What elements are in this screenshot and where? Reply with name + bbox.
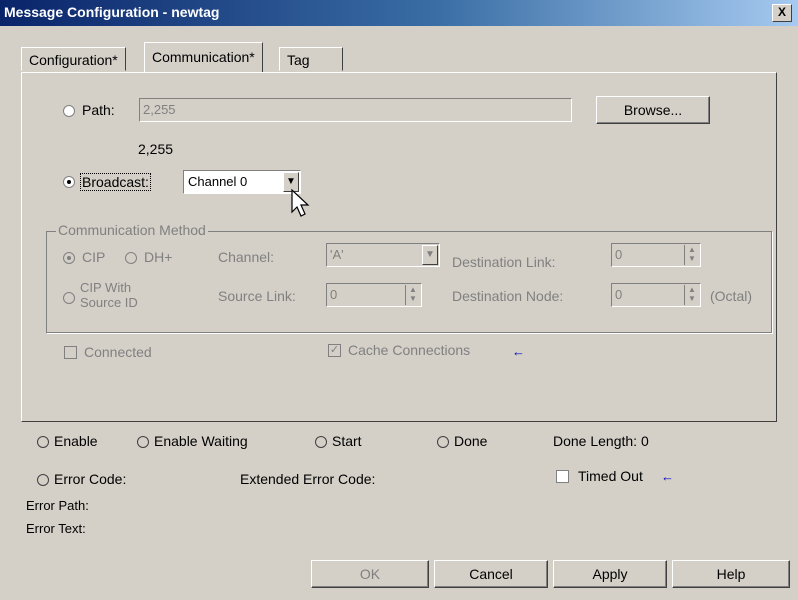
ok-button[interactable]: OK	[311, 560, 429, 588]
tab-tag[interactable]: Tag	[279, 47, 343, 71]
done-length-label: Done Length: 0	[553, 433, 649, 449]
error-code-indicator	[37, 474, 49, 486]
timed-out-label: Timed Out	[578, 468, 643, 484]
done-label: Done	[454, 433, 488, 449]
apply-button[interactable]: Apply	[553, 560, 667, 588]
help-button[interactable]: Help	[672, 560, 790, 588]
communication-panel	[21, 72, 777, 422]
enable-label: Enable	[54, 433, 98, 449]
timed-out-checkbox[interactable]	[556, 470, 569, 483]
extended-error-code-label: Extended Error Code:	[240, 471, 376, 487]
enable-waiting-label: Enable Waiting	[154, 433, 248, 449]
error-path-label: Error Path:	[26, 498, 89, 513]
close-button[interactable]: X	[772, 4, 792, 22]
tab-configuration[interactable]: Configuration*	[21, 47, 126, 71]
enable-waiting-indicator	[137, 436, 149, 448]
enable-indicator	[37, 436, 49, 448]
done-indicator	[437, 436, 449, 448]
window-title: Message Configuration - newtag	[4, 4, 220, 20]
pointer-left-icon: ←	[661, 469, 674, 484]
error-text-label: Error Text:	[26, 521, 86, 536]
start-label: Start	[332, 433, 362, 449]
tab-communication[interactable]: Communication*	[144, 42, 263, 72]
cancel-button[interactable]: Cancel	[434, 560, 548, 588]
start-indicator	[315, 436, 327, 448]
title-bar[interactable]: Message Configuration - newtag X	[0, 0, 798, 26]
error-code-label: Error Code:	[54, 471, 127, 487]
message-configuration-window: Message Configuration - newtag X Configu…	[0, 0, 798, 600]
